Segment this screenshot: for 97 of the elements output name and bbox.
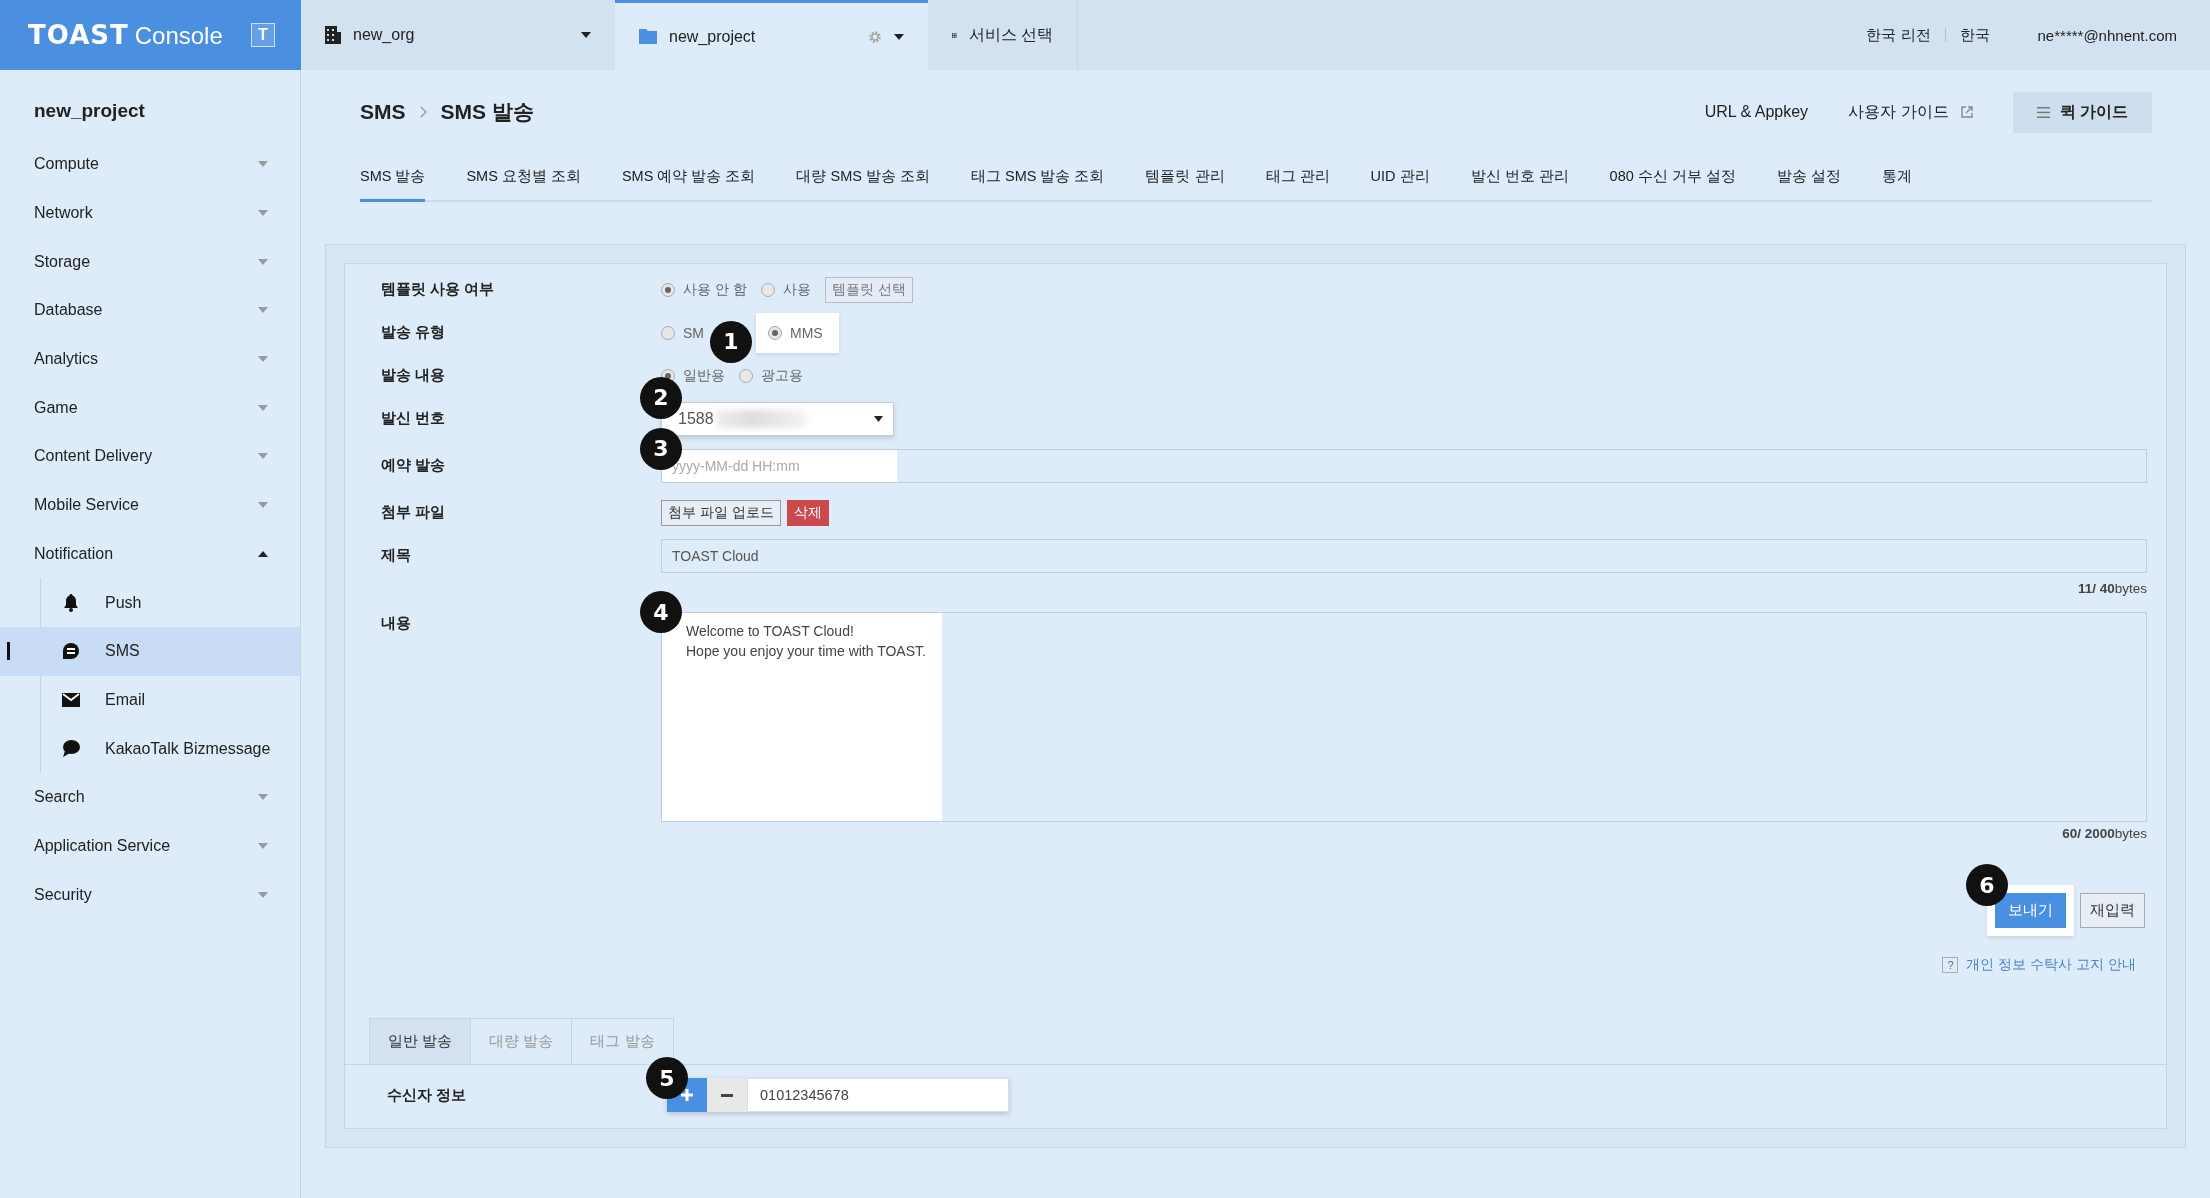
- tab[interactable]: SMS 발송: [360, 154, 426, 202]
- quick-guide-button[interactable]: 퀵 가이드: [2012, 91, 2152, 133]
- radio-option[interactable]: MMS: [756, 312, 839, 353]
- sidebar-item[interactable]: Analytics: [0, 334, 300, 384]
- field-label: 템플릿 사용 여부: [381, 280, 496, 299]
- remove-button[interactable]: [707, 1078, 747, 1112]
- sidebar-item[interactable]: Compute: [0, 140, 300, 189]
- byte-counter: 60/ 2000bytes: [2062, 826, 2147, 841]
- sidebar-subitem[interactable]: Push: [0, 578, 300, 627]
- caret-down-icon: [258, 453, 268, 460]
- sidebar-item[interactable]: Mobile Service: [0, 480, 300, 530]
- sidebar-item[interactable]: Content Delivery: [0, 432, 300, 481]
- caret-up-icon: [258, 550, 268, 557]
- field-label: 발송 내용: [381, 366, 447, 385]
- tab[interactable]: 통계: [1881, 154, 1912, 202]
- sidebar-item[interactable]: Security: [0, 870, 300, 919]
- page-title: SMS 발송: [440, 99, 534, 125]
- sidebar-subitem[interactable]: Email: [0, 675, 300, 725]
- appkey-link[interactable]: URL & Appkey: [1704, 103, 1809, 121]
- caret-down-icon: [258, 794, 268, 801]
- service-selector[interactable]: 서비스 선택: [928, 0, 1078, 70]
- sidebar-item[interactable]: Storage: [0, 237, 300, 287]
- sidebar-item[interactable]: Game: [0, 383, 300, 433]
- language-link[interactable]: 한국: [1959, 25, 1990, 45]
- field-label: 첨부 파일: [381, 503, 447, 522]
- field-label: 발송 유형: [381, 323, 447, 342]
- caret-down-icon: [258, 307, 268, 314]
- sidebar-subitem[interactable]: SMS: [0, 626, 300, 676]
- speech-bubble-icon: [62, 740, 80, 758]
- radio-option[interactable]: 사용 안 함: [661, 280, 747, 299]
- caret-down-icon: [258, 842, 268, 849]
- product-name: Console: [134, 22, 223, 49]
- caret-down-icon: [258, 258, 268, 265]
- tab[interactable]: 080 수신 거부 설정: [1609, 154, 1736, 202]
- caret-down-icon: [581, 32, 591, 38]
- breadcrumb-item[interactable]: SMS: [360, 100, 406, 124]
- sidebar-item[interactable]: Database: [0, 286, 300, 335]
- logo-text: TOAST: [28, 20, 129, 50]
- sidebar-item[interactable]: Notification: [0, 529, 300, 579]
- org-selector[interactable]: new_org: [301, 0, 615, 70]
- folder-icon: [639, 29, 657, 44]
- caret-down-icon: [258, 404, 268, 411]
- phone-field[interactable]: 01012345678: [747, 1078, 1009, 1112]
- field-label: 수신자 정보: [387, 1085, 468, 1105]
- field-label: 제목: [381, 546, 412, 565]
- bell-icon: [63, 593, 79, 612]
- tab[interactable]: 일반 발송: [369, 1018, 472, 1064]
- tab[interactable]: UID 관리: [1370, 154, 1430, 202]
- caret-down-icon: [258, 210, 268, 217]
- tab[interactable]: 태그 관리: [1265, 154, 1330, 202]
- caret-down-icon: [258, 356, 268, 363]
- sidebar-item[interactable]: Network: [0, 188, 300, 238]
- tab[interactable]: 발송 설정: [1776, 154, 1841, 202]
- radio-option[interactable]: 광고용: [739, 366, 803, 385]
- radio-option[interactable]: SM: [661, 324, 704, 341]
- tab[interactable]: 템플릿 관리: [1145, 154, 1225, 202]
- callout-badge: 4: [640, 591, 682, 633]
- caret-down-icon: [258, 502, 268, 509]
- field-label: 예약 발송: [381, 456, 447, 475]
- delete-button[interactable]: 삭제: [786, 499, 829, 526]
- template-select-button[interactable]: 템플릿 선택: [824, 276, 913, 303]
- sidebar-item[interactable]: Application Service: [0, 821, 300, 871]
- external-link-icon: [1960, 106, 1973, 118]
- project-selector[interactable]: new_project: [615, 0, 928, 70]
- menu-icon: [2036, 106, 2050, 118]
- callout-badge: 1: [710, 320, 752, 363]
- tab[interactable]: SMS 요청별 조회: [466, 154, 581, 202]
- field-label: 발신 번호: [381, 409, 447, 428]
- title-field[interactable]: TOAST Cloud: [661, 538, 2147, 573]
- caret-down-icon: [874, 415, 883, 422]
- tab[interactable]: 태그 SMS 발송 조회: [970, 154, 1105, 202]
- caret-down-icon: [258, 161, 268, 168]
- caret-down-icon: [258, 891, 268, 898]
- tab[interactable]: 발신 번호 관리: [1470, 154, 1569, 202]
- chevron-right-icon: [419, 106, 427, 118]
- callout-badge: 6: [1966, 864, 2008, 906]
- sidebar-item[interactable]: Search: [0, 772, 300, 822]
- callout-badge: 5: [646, 1057, 688, 1099]
- field-label: 내용: [381, 614, 412, 633]
- tab[interactable]: 대량 SMS 발송 조회: [796, 154, 930, 202]
- radio-option[interactable]: 사용: [760, 280, 811, 299]
- reset-button[interactable]: 재입력: [2080, 893, 2145, 928]
- byte-counter: 11/ 40bytes: [2077, 581, 2147, 596]
- caret-down-icon: [894, 33, 904, 40]
- envelope-icon: [62, 692, 80, 707]
- user-guide-link[interactable]: 사용자 가이드: [1848, 101, 1949, 123]
- tab[interactable]: SMS 예약 발송 조회: [621, 154, 756, 202]
- building-icon: [325, 26, 341, 44]
- plus-icon: [680, 1088, 694, 1102]
- message-icon: [62, 642, 80, 661]
- sidebar-subitem[interactable]: KakaoTalk Bizmessage: [0, 724, 300, 773]
- user-email[interactable]: ne*****@nhnent.com: [2037, 26, 2177, 44]
- minus-icon: [721, 1093, 733, 1097]
- upload-button[interactable]: 첨부 파일 업로드: [661, 499, 781, 526]
- region-link[interactable]: 한국 리전: [1866, 25, 1931, 45]
- project-title: new_project: [33, 99, 146, 123]
- help-icon: ?: [1942, 957, 1959, 973]
